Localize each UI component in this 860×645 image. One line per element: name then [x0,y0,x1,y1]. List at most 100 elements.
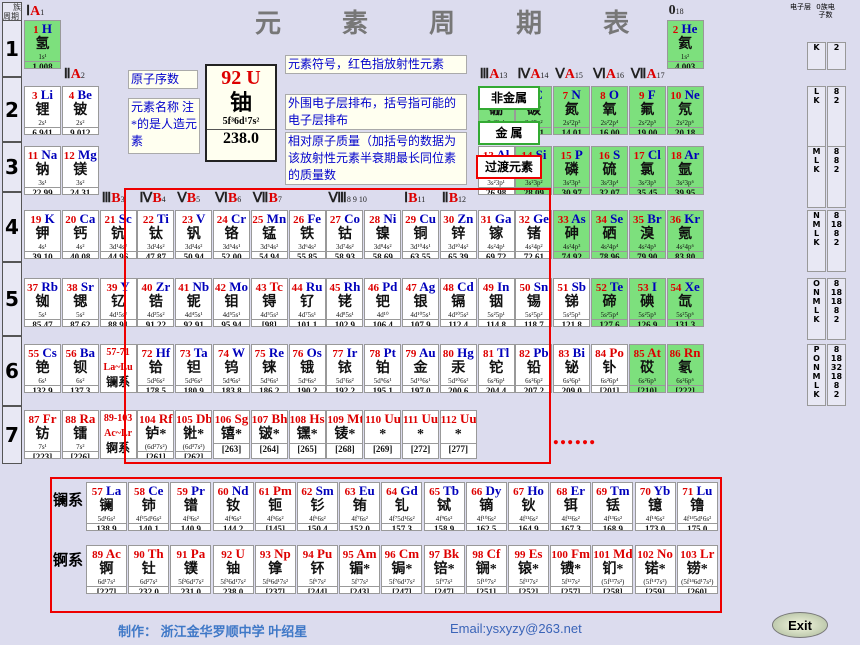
element-cell-ge[interactable]: 32 Ge 锗 4s²4p² 72.61 [515,210,553,259]
element-cell-ca[interactable]: 20 Ca 钙 4s² 40.08 [61,210,99,259]
element-cell-au[interactable]: 79 Au 金 5d¹⁰6s¹ 197.0 [402,344,439,393]
element-cell-cd[interactable]: 48 Cd 镉 4d¹⁰5s² 112.4 [439,278,477,327]
element-cell-at[interactable]: 85 At 砹 6s²6p⁵ [210] [628,344,666,393]
actinide-cell-cf[interactable]: 98 Cf 锎* 5f¹⁰7s² [251] [465,545,507,594]
element-cell-ba[interactable]: 56 Ba 钡 6s² 137.3 [61,344,99,393]
lanthanide-cell-dy[interactable]: 66 Dy 镝 4f¹⁰6s² 162.5 [465,482,507,531]
element-cell-ne[interactable]: 10 Ne 氖 2s²2p⁶ 20.18 [666,86,704,135]
element-cell-ru[interactable]: 44 Ru 钌 4d⁷5s¹ 101.1 [288,278,326,327]
lanthanide-cell-nd[interactable]: 60 Nd 钕 4f⁴6s² 144.2 [212,482,254,531]
element-cell-mn[interactable]: 25 Mn 锰 3d⁵4s² 54.94 [250,210,288,259]
actinide-cell-np[interactable]: 93 Np 镎 5f⁴6d¹7s² [237] [254,545,296,594]
element-cell-rb[interactable]: 37 Rb 铷 5s¹ 85.47 [24,278,61,327]
actinide-cell-ac[interactable]: 89 Ac 锕 6d¹7s² [227] [86,545,127,594]
element-cell-be[interactable]: 4 Be 铍 2s² 9.012 [61,86,99,135]
element-cell-db[interactable]: 105 Db 𬭊* (6d³7s²) [262] [175,410,213,459]
lanthanide-cell-gd[interactable]: 64 Gd 钆 4f⁷5d¹6s² 157.3 [381,482,423,531]
element-cell-pb[interactable]: 82 Pb 铅 6s²6p² 207.2 [515,344,553,393]
element-cell-i[interactable]: 53 I 碘 5s²5p⁵ 126.9 [628,278,666,327]
element-cell-fr[interactable]: 87 Fr 钫 7s¹ [223] [24,410,61,459]
element-cell-te[interactable]: 52 Te 碲 5s²5p⁴ 127.6 [591,278,628,327]
lanthanide-cell-eu[interactable]: 63 Eu 铕 4f⁷6s² 152.0 [339,482,381,531]
element-cell-cu[interactable]: 29 Cu 铜 3d¹⁰4s¹ 63.55 [402,210,439,259]
element-cell-na[interactable]: 11 Na 钠 3s¹ 22.99 [24,146,61,195]
actinide-cell-th[interactable]: 90 Th 钍 6d²7s² 232.0 [128,545,170,594]
element-cell-kr[interactable]: 36 Kr 氪 4s²4p⁶ 83.80 [666,210,704,259]
element-cell-ar[interactable]: 18 Ar 氩 3s²3p⁶ 39.95 [666,146,704,195]
lanthanide-cell-yb[interactable]: 70 Yb 镱 4f¹⁴6s² 173.0 [634,482,676,531]
element-cell-re[interactable]: 75 Re 铼 5d⁵6s² 186.2 [250,344,288,393]
element-cell-ir[interactable]: 77 Ir 铱 5d⁷6s² 192.2 [326,344,364,393]
element-cell-y[interactable]: 39 Y 钇 4d¹5s² 88.91 [99,278,137,327]
element-cell-f[interactable]: 9 F 氟 2s²2p⁵ 19.00 [628,86,666,135]
element-cell-cr[interactable]: 24 Cr 铬 3d⁵4s¹ 52.00 [213,210,250,259]
actinide-cell-u[interactable]: 92 U 铀 5f³6d¹7s² 238.0 [212,545,254,594]
element-cell-bh[interactable]: 107 Bh 𬭛* [264] [250,410,288,459]
transition-button[interactable]: 过渡元素 [476,155,542,179]
actinide-cell-cm[interactable]: 96 Cm 锔* 5f⁷6d¹7s² [247] [381,545,423,594]
element-cell-po[interactable]: 84 Po 钋 6s²6p⁴ [201] [591,344,628,393]
element-cell-nb[interactable]: 41 Nb 铌 4d⁴5s¹ 92.91 [175,278,213,327]
actinide-cell-md[interactable]: 101 Md 钔* (5f¹³7s²) [258] [592,545,634,594]
element-cell-tl[interactable]: 81 Tl 铊 6s²6p¹ 204.4 [477,344,515,393]
element-cell-ra[interactable]: 88 Ra 镭 7s² [226] [61,410,99,459]
lanthanide-cell-ce[interactable]: 58 Ce 铈 4f¹5d¹6s² 140.1 [128,482,170,531]
exit-button[interactable]: Exit [772,612,828,638]
element-cell-bi[interactable]: 83 Bi 铋 6s²6p³ 209.0 [553,344,591,393]
element-cell-os[interactable]: 76 Os 锇 5d⁶6s² 190.2 [288,344,326,393]
element-cell-hf[interactable]: 72 Hf 铪 5d²6s² 178.5 [137,344,175,393]
lanthanide-cell-ho[interactable]: 67 Ho 钬 4f¹¹6s² 164.9 [508,482,549,531]
element-cell-xe[interactable]: 54 Xe 氙 5s²5p⁶ 131.3 [666,278,704,327]
element-cell-k[interactable]: 19 K 钾 4s¹ 39.10 [24,210,61,259]
actinide-cell-pa[interactable]: 91 Pa 镤 5f²6d¹7s² 231.0 [170,545,212,594]
element-cell-zr[interactable]: 40 Zr 锆 4d²5s² 91.22 [137,278,175,327]
element-cell-mg[interactable]: 12 Mg 镁 3s² 24.31 [61,146,99,195]
element-cell-sr[interactable]: 38 Sr 锶 5s² 87.62 [61,278,99,327]
lanthanide-cell-pr[interactable]: 59 Pr 镨 4f³6s² 140.9 [170,482,212,531]
element-cell-pd[interactable]: 46 Pd 钯 4d¹⁰ 106.4 [364,278,402,327]
actinide-cell-es[interactable]: 99 Es 锿* 5f¹¹7s² [252] [508,545,549,594]
element-cell-rf[interactable]: 104 Rf 𬬻* (6d²7s²) [261] [137,410,175,459]
lanthanide-cell-er[interactable]: 68 Er 铒 4f¹²6s² 167.3 [550,482,592,531]
element-cell-tc[interactable]: 43 Tc 锝 4d⁵5s² [98] [250,278,288,327]
actinide-cell-pu[interactable]: 94 Pu 钚 5f⁶7s² [244] [297,545,338,594]
element-cell-se[interactable]: 34 Se 硒 4s²4p⁴ 78.96 [591,210,628,259]
actinide-cell-bk[interactable]: 97 Bk 锫* 5f⁹7s² [247] [423,545,465,594]
actinide-cell-fm[interactable]: 100 Fm 镄* 5f¹²7s² [257] [550,545,592,594]
element-cell-uuu[interactable]: 111 Uuu*[272] [402,410,439,459]
lanthanide-cell-tb[interactable]: 65 Tb 铽 4f⁹6s² 158.9 [423,482,465,531]
element-cell-cs[interactable]: 55 Cs 铯 6s¹ 132.9 [24,344,61,393]
lanthanide-cell-pm[interactable]: 61 Pm 钷 4f⁵6s² [145] [254,482,296,531]
element-cell-ti[interactable]: 22 Ti 钛 3d²4s² 47.87 [137,210,175,259]
element-cell-uun[interactable]: 110 Uun*[269] [364,410,402,459]
element-cell-mo[interactable]: 42 Mo 钼 4d⁵5s¹ 95.94 [213,278,250,327]
element-cell-p[interactable]: 15 P 磷 3s²3p³ 30.97 [553,146,591,195]
element-cell-rh[interactable]: 45 Rh 铑 4d⁸5s¹ 102.9 [326,278,364,327]
actinide-cell-am[interactable]: 95 Am 镅* 5f⁷7s² [243] [339,545,381,594]
element-cell-n[interactable]: 7 N 氮 2s²2p³ 14.01 [553,86,591,135]
element-cell-hs[interactable]: 108 Hs 𬭶* [265] [288,410,326,459]
element-cell-h[interactable]: 1 H 氢 1s¹ 1.008 [24,20,61,69]
element-cell-ni[interactable]: 28 Ni 镍 3d⁸4s² 58.69 [364,210,402,259]
metal-button[interactable]: 金 属 [478,121,540,145]
lanthanide-cell-sm[interactable]: 62 Sm 钐 4f⁶6s² 150.4 [297,482,338,531]
element-cell-pt[interactable]: 78 Pt 铂 5d⁹6s¹ 195.1 [364,344,402,393]
element-cell-ta[interactable]: 73 Ta 钽 5d³6s² 180.9 [175,344,213,393]
element-cell-co[interactable]: 27 Co 钴 3d⁷4s² 58.93 [326,210,364,259]
footer-email[interactable]: Email:ysxyzy@263.net [450,621,582,636]
element-cell-ag[interactable]: 47 Ag 银 4d¹⁰5s¹ 107.9 [402,278,439,327]
element-cell-in[interactable]: 49 In 铟 5s²5p¹ 114.8 [477,278,515,327]
element-cell-w[interactable]: 74 W 钨 5d⁴6s² 183.8 [213,344,250,393]
element-cell-o[interactable]: 8 O 氧 2s²2p⁴ 16.00 [591,86,628,135]
element-cell-fe[interactable]: 26 Fe 铁 3d⁶4s² 55.85 [288,210,326,259]
element-cell-ga[interactable]: 31 Ga 镓 4s²4p¹ 69.72 [477,210,515,259]
element-cell-he[interactable]: 2 He 氦 1s² 4.003 [666,20,704,69]
element-cell-zn[interactable]: 30 Zn 锌 3d¹⁰4s² 65.39 [439,210,477,259]
lanthanide-cell-lu[interactable]: 71 Lu 镥 4f¹⁴5d¹6s² 175.0 [676,482,718,531]
element-cell-s[interactable]: 16 S 硫 3s²3p⁴ 32.07 [591,146,628,195]
element-cell-sn[interactable]: 50 Sn 锡 5s²5p² 118.7 [515,278,553,327]
element-cell-hg[interactable]: 80 Hg 汞 5d¹⁰6s² 200.6 [439,344,477,393]
element-cell-as[interactable]: 33 As 砷 4s²4p³ 74.92 [553,210,591,259]
element-cell-rn[interactable]: 86 Rn 氡 6s²6p⁶ [222] [666,344,704,393]
lanthanide-cell-tm[interactable]: 69 Tm 铥 4f¹³6s² 168.9 [592,482,634,531]
